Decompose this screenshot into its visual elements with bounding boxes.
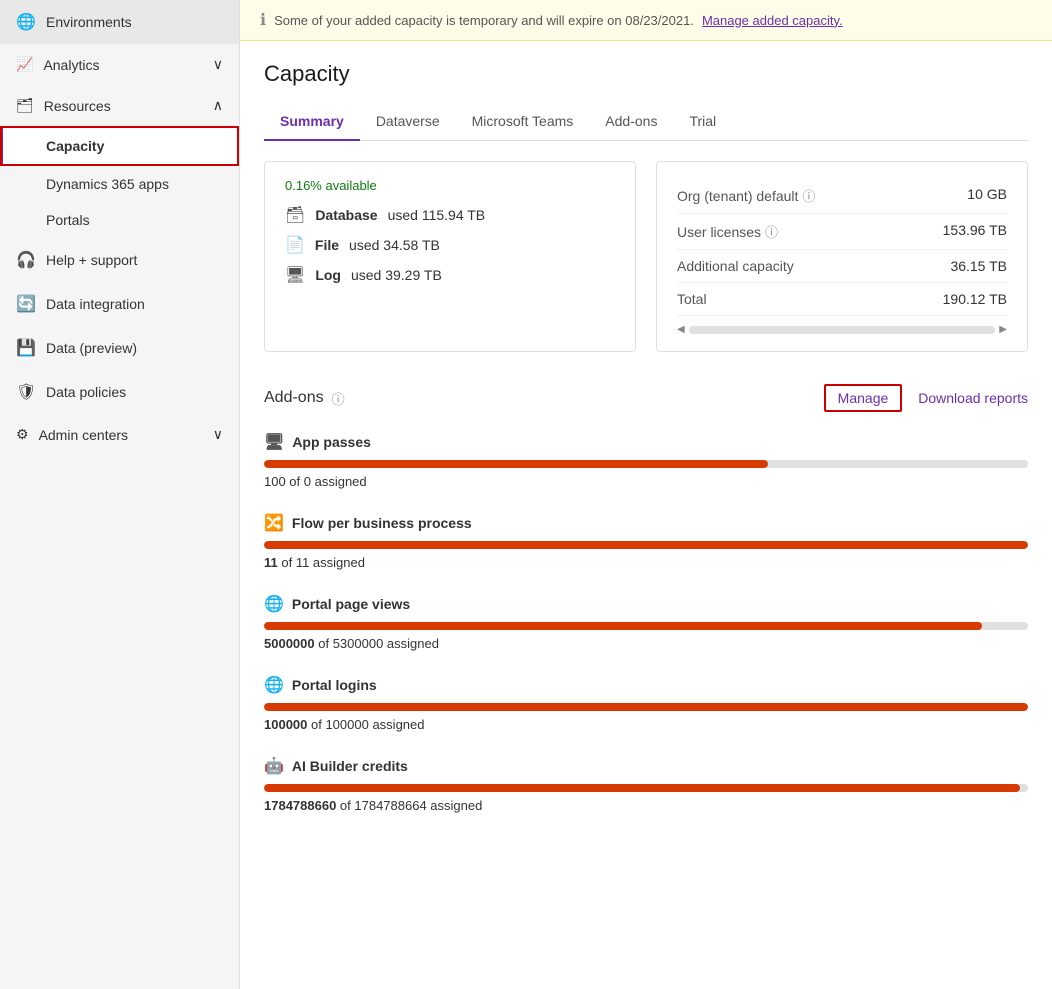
sidebar-item-capacity[interactable]: Capacity (0, 126, 239, 166)
resources-icon: 🗂 (16, 97, 34, 114)
ai-builder-fill (264, 784, 1020, 792)
capacity-row-additional: Additional capacity 36.15 TB (677, 250, 1007, 283)
portal-logins-assigned: 100000 of 100000 assigned (264, 717, 1028, 732)
data-policies-icon: 🛡 (16, 382, 36, 402)
capacity-scrollbar[interactable]: ◀ ▶ (677, 324, 1007, 335)
database-icon: 🗃 (285, 205, 305, 225)
app-passes-progress-fill (264, 460, 768, 468)
storage-row-file: 📄 File used 34.58 TB (285, 235, 615, 255)
sidebar-item-resources[interactable]: 🗂 Resources ∧ (0, 85, 239, 126)
portal-logins-icon: 🌐 (264, 675, 284, 695)
page-content: Capacity Summary Dataverse Microsoft Tea… (240, 41, 1052, 857)
flow-icon: 🔀 (264, 513, 284, 533)
sidebar-item-portals[interactable]: Portals (0, 202, 239, 238)
download-reports-link[interactable]: Download reports (918, 390, 1028, 406)
flow-progress-fill (264, 541, 1028, 549)
tab-add-ons[interactable]: Add-ons (589, 103, 673, 141)
sidebar-item-environments[interactable]: 🌐 Environments (0, 0, 239, 44)
flow-progress-track (264, 541, 1028, 549)
capacity-row-user-licenses: User licenses ⓘ 153.96 TB (677, 214, 1007, 250)
capacity-row-total: Total 190.12 TB (677, 283, 1007, 316)
banner-info-icon: ℹ (260, 10, 266, 30)
analytics-icon: 📈 (16, 56, 33, 73)
portal-page-views-icon: 🌐 (264, 594, 284, 614)
app-passes-progress-track (264, 460, 1028, 468)
manage-added-capacity-link[interactable]: Manage added capacity. (702, 13, 843, 28)
main-content: ℹ Some of your added capacity is tempora… (240, 0, 1052, 989)
addons-info-icon[interactable]: ⓘ (332, 389, 345, 408)
app-passes-assigned: 100 of 0 assigned (264, 474, 1028, 489)
help-icon: 🎧 (16, 250, 36, 270)
scroll-right-icon[interactable]: ▶ (999, 324, 1007, 335)
environments-icon: 🌐 (16, 12, 36, 32)
sidebar-item-data-integration[interactable]: 🔄 Data integration (0, 282, 239, 326)
app-passes-icon: 🖥 (264, 432, 284, 452)
storage-card: 0.16% available 🗃 Database used 115.94 T… (264, 161, 636, 352)
ai-builder-icon: 🤖 (264, 756, 284, 776)
addons-title-row: Add-ons ⓘ (264, 389, 345, 408)
addons-actions: Manage Download reports (824, 384, 1028, 412)
sidebar-item-data-policies[interactable]: 🛡 Data policies (0, 370, 239, 414)
flow-assigned: 11 of 11 assigned (264, 555, 1028, 570)
analytics-chevron: ∨ (213, 56, 223, 73)
admin-centers-icon: ⚙ (16, 426, 29, 443)
available-pct: 0.16% available (285, 178, 615, 193)
addons-section: Add-ons ⓘ Manage Download reports 🖥 App … (264, 384, 1028, 813)
capacity-card: Org (tenant) default ⓘ 10 GB User licens… (656, 161, 1028, 352)
addon-app-passes: 🖥 App passes 100 of 0 assigned (264, 432, 1028, 489)
capacity-banner: ℹ Some of your added capacity is tempora… (240, 0, 1052, 41)
tab-microsoft-teams[interactable]: Microsoft Teams (456, 103, 590, 141)
portal-logins-track (264, 703, 1028, 711)
log-icon: 🖥 (285, 265, 305, 285)
org-default-info-icon[interactable]: ⓘ (802, 186, 815, 205)
capacity-row-org-default: Org (tenant) default ⓘ 10 GB (677, 178, 1007, 214)
portal-page-views-track (264, 622, 1028, 630)
user-licenses-info-icon[interactable]: ⓘ (765, 222, 778, 241)
data-integration-icon: 🔄 (16, 294, 36, 314)
addon-flow-per-business-process: 🔀 Flow per business process 11 of 11 ass… (264, 513, 1028, 570)
sidebar-item-data-preview[interactable]: 💾 Data (preview) (0, 326, 239, 370)
tab-dataverse[interactable]: Dataverse (360, 103, 456, 141)
sidebar-item-analytics[interactable]: 📈 Analytics ∨ (0, 44, 239, 85)
storage-row-log: 🖥 Log used 39.29 TB (285, 265, 615, 285)
ai-builder-track (264, 784, 1028, 792)
storage-row-database: 🗃 Database used 115.94 TB (285, 205, 615, 225)
sidebar-item-admin-centers[interactable]: ⚙ Admin centers ∨ (0, 414, 239, 455)
addon-portal-logins: 🌐 Portal logins 100000 of 100000 assigne… (264, 675, 1028, 732)
portal-logins-fill (264, 703, 1028, 711)
tab-summary[interactable]: Summary (264, 103, 360, 141)
admin-centers-chevron: ∨ (213, 426, 223, 443)
data-preview-icon: 💾 (16, 338, 36, 358)
addons-title: Add-ons (264, 389, 324, 407)
portal-page-views-fill (264, 622, 982, 630)
sidebar-item-dynamics365[interactable]: Dynamics 365 apps (0, 166, 239, 202)
addon-portal-page-views: 🌐 Portal page views 5000000 of 5300000 a… (264, 594, 1028, 651)
portal-page-views-assigned: 5000000 of 5300000 assigned (264, 636, 1028, 651)
ai-builder-assigned: 1784788660 of 1784788664 assigned (264, 798, 1028, 813)
file-icon: 📄 (285, 235, 305, 255)
sidebar-item-help-support[interactable]: 🎧 Help + support (0, 238, 239, 282)
scrollbar-track[interactable] (689, 326, 996, 334)
tab-trial[interactable]: Trial (673, 103, 732, 141)
sidebar: 🌐 Environments 📈 Analytics ∨ 🗂 Resources… (0, 0, 240, 989)
page-title: Capacity (264, 61, 1028, 87)
summary-row: 0.16% available 🗃 Database used 115.94 T… (264, 161, 1028, 352)
resources-chevron: ∧ (213, 97, 223, 114)
addons-header: Add-ons ⓘ Manage Download reports (264, 384, 1028, 412)
tabs: Summary Dataverse Microsoft Teams Add-on… (264, 103, 1028, 141)
addon-ai-builder-credits: 🤖 AI Builder credits 1784788660 of 17847… (264, 756, 1028, 813)
manage-button[interactable]: Manage (824, 384, 903, 412)
scroll-left-icon[interactable]: ◀ (677, 324, 685, 335)
